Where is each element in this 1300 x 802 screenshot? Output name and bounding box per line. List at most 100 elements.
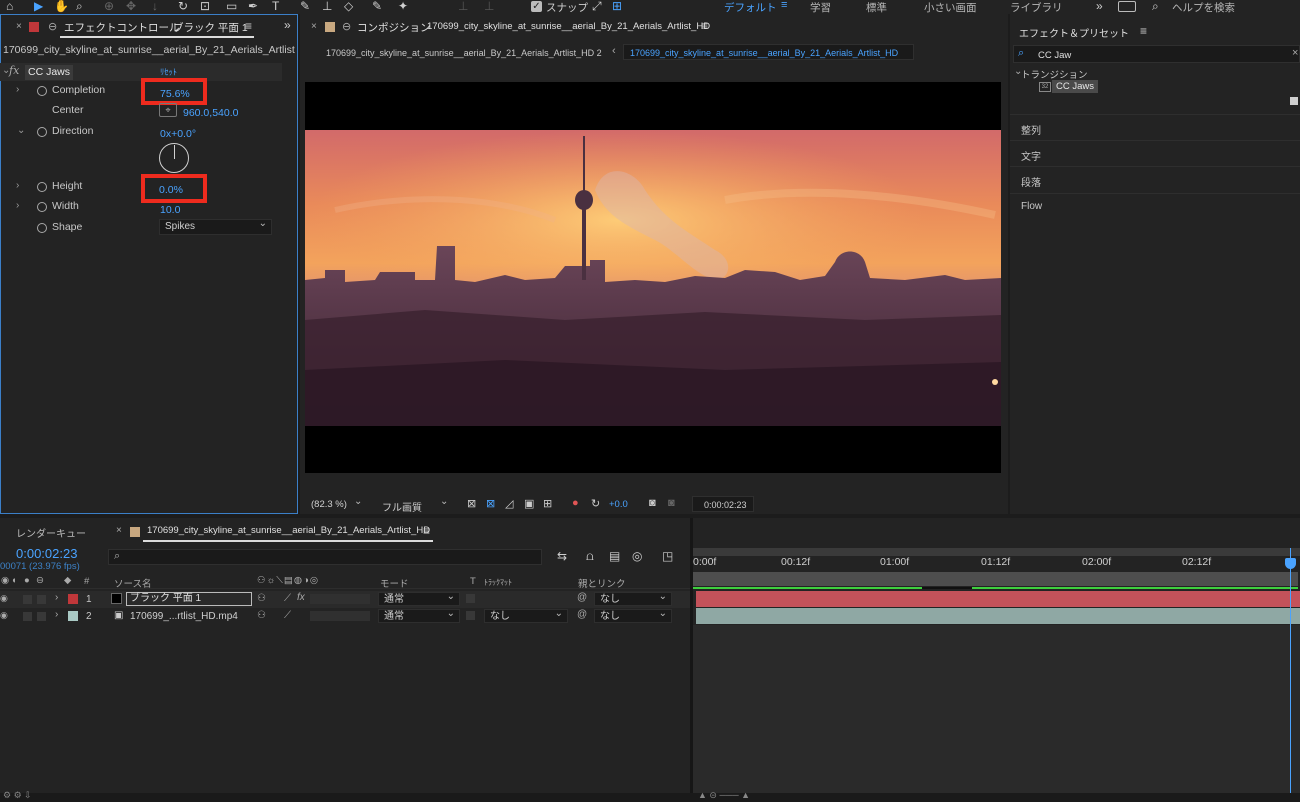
width-value[interactable]: 10.0 (160, 204, 180, 216)
eraser-tool-icon[interactable]: ◇ (344, 0, 353, 13)
graph-editor-icon[interactable]: ◳ (662, 549, 673, 563)
timeline-tab-title[interactable]: 170699_city_skyline_at_sunrise__aerial_B… (147, 525, 430, 536)
workspace-small-screen[interactable]: 小さい画面 (924, 0, 977, 14)
panel-align[interactable]: 整列 (1010, 114, 1300, 139)
puppet-pin-icon[interactable]: ✦ (398, 0, 408, 13)
effects-search-field[interactable]: ⌕ CC Jaw × (1013, 45, 1300, 63)
motion-blur-icon[interactable]: ◎ (632, 549, 642, 563)
rotate-tool-icon[interactable]: ↻ (178, 0, 188, 13)
status-icons[interactable]: ⚙ ⚙ ⇩ (3, 790, 32, 801)
category-transition[interactable]: トランジション (1021, 67, 1088, 81)
lock-column-icon[interactable]: ⊖ (36, 575, 44, 586)
preserve-transparency-box[interactable] (466, 611, 475, 620)
workspace-menu-icon[interactable]: ≡ (781, 0, 787, 11)
expand-chevron-icon[interactable]: › (55, 609, 58, 620)
zoom-slider-icons[interactable]: ▲ ⊝ ─── ▲ (698, 790, 750, 801)
close-icon[interactable]: × (16, 21, 22, 32)
label-color[interactable] (68, 611, 78, 621)
effect-result-cc-jaws[interactable]: CC Jaws (1052, 80, 1099, 93)
panel-menu-icon[interactable]: ≡ (245, 19, 252, 33)
audio-toggle-icon[interactable]: ◖ (11, 575, 17, 586)
distribute-icon[interactable]: ⊥ (484, 0, 494, 13)
shape-dropdown[interactable]: Spikes (159, 217, 272, 235)
fx-switch-icon[interactable]: fx (297, 592, 305, 603)
track-matte-header[interactable]: ﾄﾗｯｸﾏｯﾄ (484, 577, 512, 588)
timecode-box[interactable]: 0:00:02:23 (692, 496, 754, 512)
solo-toggle-icon[interactable]: ● (24, 575, 30, 586)
clone-stamp-icon[interactable]: ⊥ (322, 0, 332, 13)
layer-row-1[interactable]: ◉ › 1 ブラック 平面 1 ⚇ ⟋ fx 通常 @ なし (0, 590, 690, 608)
preserve-transparency-box[interactable] (466, 594, 475, 603)
workspace-library[interactable]: ライブラリ (1010, 0, 1063, 14)
grid-guides-icon[interactable]: ⊞ (543, 497, 552, 510)
workspace-standard[interactable]: 標準 (866, 0, 887, 14)
pan-tool-icon[interactable]: ✥ (126, 0, 136, 13)
expand-chevron-icon[interactable]: › (16, 84, 19, 95)
expand-chevron-icon[interactable]: › (16, 200, 19, 211)
lock-icon[interactable]: ⊖ (342, 20, 351, 33)
zoom-chevron-icon[interactable]: ⌄ (354, 496, 362, 507)
more-workspaces-icon[interactable]: » (1096, 0, 1103, 13)
comp-flowchart-icon[interactable]: ⇆ (557, 549, 567, 563)
blend-mode-dropdown[interactable]: 通常 (378, 607, 460, 623)
panel-menu-icon[interactable]: ≡ (701, 19, 708, 33)
solo-box[interactable] (23, 595, 32, 604)
roto-brush-icon[interactable]: ✎ (372, 0, 382, 13)
eye-icon[interactable]: ◉ (0, 610, 8, 621)
dolly-tool-icon[interactable]: ↓ (152, 0, 158, 13)
show-snapshot-icon[interactable]: ◙ (668, 497, 675, 509)
align-icon[interactable]: ⊥ (458, 0, 468, 13)
stopwatch-icon[interactable] (37, 86, 47, 96)
direction-value[interactable]: 0x+0.0° (160, 128, 196, 140)
panel-overflow-icon[interactable]: » (284, 18, 291, 32)
layer-source-name[interactable]: 170699_...rtlist_HD.mp4 (130, 611, 238, 622)
channel-icon[interactable]: ● (572, 497, 579, 509)
solo-box[interactable] (23, 612, 32, 621)
breadcrumb-parent[interactable]: 170699_city_skyline_at_sunrise__aerial_B… (326, 48, 602, 58)
shy-switch-icon[interactable]: ⚇ (257, 593, 266, 604)
layer-2-bar[interactable] (696, 608, 1300, 624)
selection-tool-icon[interactable]: ▶ (34, 0, 43, 13)
current-time-indicator[interactable] (1290, 548, 1291, 793)
fast-preview-icon[interactable]: ⊠ (467, 497, 476, 510)
effect-controls-tab[interactable]: × ⊖ エフェクトコントロール ブラック 平面 1 ≡ » (0, 15, 297, 38)
close-icon[interactable]: × (116, 525, 122, 536)
switch-boxes[interactable] (310, 594, 370, 604)
workspace-default[interactable]: デフォルト (724, 0, 777, 14)
video-toggle-icon[interactable]: ◉ (1, 575, 9, 586)
panel-menu-icon[interactable]: ≡ (423, 524, 430, 538)
blend-mode-dropdown[interactable]: 通常 (378, 590, 460, 606)
rectangle-tool-icon[interactable]: ▭ (226, 0, 237, 13)
anchor-tool-icon[interactable]: ⊡ (200, 0, 210, 13)
workspace-edit-icon[interactable] (1118, 1, 1136, 12)
parent-dropdown[interactable]: なし (594, 590, 672, 606)
clear-search-icon[interactable]: × (1292, 47, 1298, 59)
render-queue-tab[interactable]: レンダーキュー (16, 525, 86, 540)
help-search-input[interactable]: ヘルプを検索 (1172, 0, 1235, 14)
timeline-timecode[interactable]: 0:00:02:23 (16, 546, 77, 561)
snap-edge-icon[interactable]: ⤢ (592, 0, 602, 13)
playhead-handle[interactable] (1285, 558, 1296, 569)
search-icon[interactable]: ⌕ (1152, 0, 1159, 13)
region-of-interest-icon[interactable]: ▣ (524, 497, 534, 510)
mask-visibility-icon[interactable]: ◿ (505, 497, 513, 510)
track-matte-dropdown[interactable]: なし (484, 607, 568, 623)
mode-header[interactable]: モード (380, 576, 409, 590)
zoom-dropdown[interactable]: (82.3 %) (311, 499, 347, 510)
t-header[interactable]: T (470, 576, 476, 587)
shy-layers-icon[interactable]: ⩍ (586, 549, 594, 564)
layer-name-field[interactable]: ブラック 平面 1 (126, 592, 252, 606)
brush-tool-icon[interactable]: ✎ (300, 0, 310, 13)
reset-link[interactable]: ﾘｾｯﾄ (160, 66, 177, 78)
timeline-empty-area[interactable] (693, 625, 1300, 793)
panel-flow[interactable]: Flow (1010, 193, 1300, 219)
effects-search-input[interactable]: CC Jaw (1038, 50, 1071, 61)
collapse-chevron-icon[interactable]: ⌄ (17, 125, 25, 136)
resolution-chevron-icon[interactable]: ⌄ (440, 496, 448, 507)
parent-dropdown[interactable]: なし (594, 607, 672, 623)
quality-switch-icon[interactable]: ⟋ (284, 610, 291, 621)
pen-tool-icon[interactable]: ✒ (248, 0, 258, 13)
snap-grid-icon[interactable]: ⊞ (612, 0, 622, 13)
work-area-bar[interactable] (693, 572, 1298, 586)
workspace-learn[interactable]: 学習 (810, 0, 831, 14)
